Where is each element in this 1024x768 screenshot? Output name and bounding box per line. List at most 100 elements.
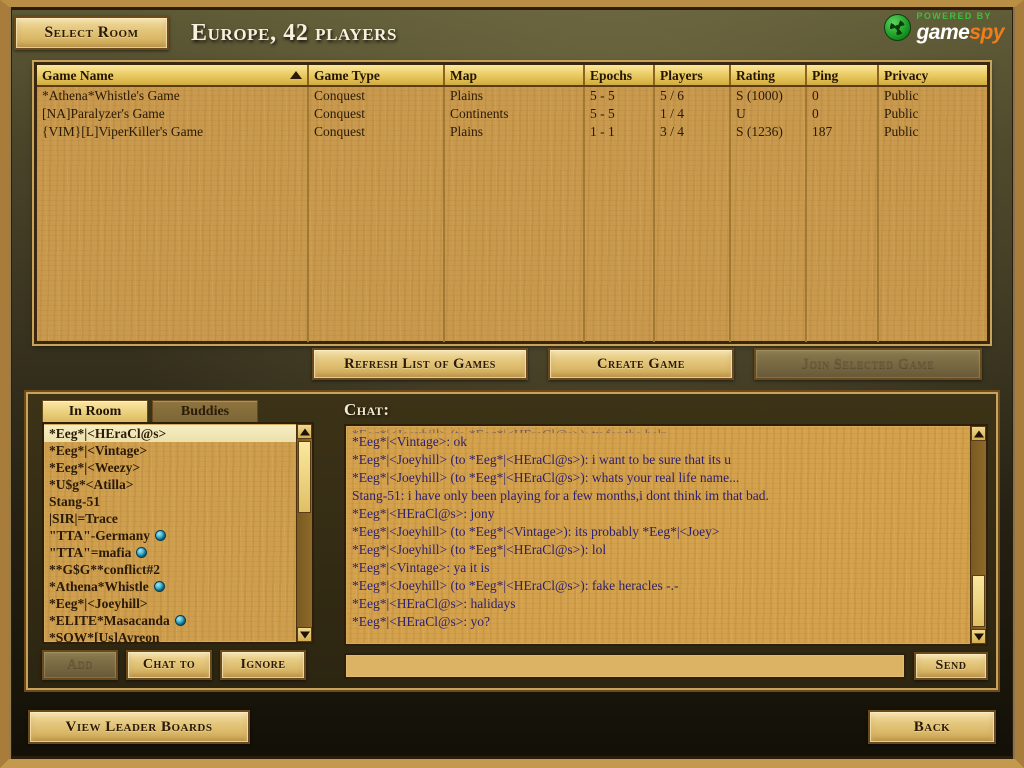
player-list-item[interactable]: "TTA"=mafia	[44, 544, 296, 561]
create-game-button[interactable]: Create Game	[548, 348, 734, 380]
player-name: *Eeg*|<Joeyhill>	[49, 596, 148, 611]
player-list-box: *Eeg*|<HEraCl@s> *Eeg*|<Vintage> *Eeg*|<We…	[42, 422, 314, 644]
game-cell-name: {VIM}[L]ViperKiller's Game	[42, 124, 204, 139]
gamespy-wordmark: POWERED BY gamespy	[916, 12, 1004, 44]
column-header-players[interactable]: Players	[655, 65, 731, 85]
column-header-label: Rating	[736, 67, 776, 83]
chat-box: *Eeg*|<Joeyhill> (to *Eeg*|<HEraCl@s>): …	[344, 424, 988, 646]
player-list[interactable]: *Eeg*|<HEraCl@s> *Eeg*|<Vintage> *Eeg*|<We…	[44, 424, 296, 642]
room-title: Europe, 42 players	[191, 19, 398, 46]
column-header-rating[interactable]: Rating	[731, 65, 807, 85]
player-list-item[interactable]: *Eeg*|<HEraCl@s>	[44, 425, 296, 442]
column-header-label: Players	[660, 67, 703, 83]
tab-buddies[interactable]: Buddies	[152, 400, 258, 422]
column-header-game-type[interactable]: Game Type	[309, 65, 445, 85]
player-list-item[interactable]: **G$G**conflict#2	[44, 561, 296, 578]
column-header-ping[interactable]: Ping	[807, 65, 879, 85]
view-leader-boards-button[interactable]: View Leader Boards	[28, 710, 250, 744]
game-cell-map: Plains	[450, 124, 484, 139]
back-button[interactable]: Back	[868, 710, 996, 744]
gamespy-spy-text: spy	[969, 21, 1004, 44]
gamespy-orb-icon	[884, 14, 912, 41]
player-name: |SIR|=Trace	[49, 511, 118, 526]
send-button[interactable]: Send	[914, 652, 988, 680]
player-list-item[interactable]: *Eeg*|<Joeyhill>	[44, 595, 296, 612]
player-list-item[interactable]: "TTA"-Germany	[44, 527, 296, 544]
chat-scroll-track[interactable]	[971, 441, 986, 629]
chat-to-button[interactable]: Chat to	[126, 650, 212, 680]
player-list-scrollbar[interactable]	[296, 424, 312, 642]
globe-icon	[136, 547, 148, 558]
game-cell-ping: 0	[812, 88, 819, 103]
player-list-tabs: In Room Buddies	[42, 400, 258, 422]
game-cell-players: 5 / 6	[660, 88, 685, 103]
globe-icon	[154, 530, 166, 541]
player-list-item[interactable]: *Athena*Whistle	[44, 578, 296, 595]
player-list-item[interactable]: Stang-51	[44, 493, 296, 510]
column-header-label: Game Type	[314, 67, 380, 83]
player-name: *Eeg*|<Weezy>	[49, 460, 141, 475]
game-cell-rating: S (1236)	[736, 124, 783, 139]
game-cell-rating: U	[736, 106, 746, 121]
player-name: *Eeg*|<Vintage>	[49, 443, 148, 458]
gamespy-logo: POWERED BY gamespy	[884, 12, 1004, 43]
top-bar: Select Room Europe, 42 players POWERED B…	[14, 12, 1010, 54]
tab-in-room[interactable]: In Room	[42, 400, 148, 422]
player-scroll-thumb[interactable]	[298, 441, 311, 513]
player-list-item[interactable]: *Eeg*|<Weezy>	[44, 459, 296, 476]
player-list-item[interactable]: *Eeg*|<Vintage>	[44, 442, 296, 459]
game-cell-type: Conquest	[314, 106, 366, 121]
chat-message: *Eeg*|<Vintage>: ya it is	[352, 560, 490, 575]
column-header-label: Epochs	[590, 67, 633, 83]
column-header-game-name[interactable]: Game Name	[37, 65, 309, 85]
game-cell-name: [NA]Paralyzer's Game	[42, 106, 165, 121]
game-cell-rating: S (1000)	[736, 88, 783, 103]
player-name: Stang-51	[49, 494, 101, 509]
player-scroll-up-button[interactable]	[297, 424, 312, 439]
player-scroll-track[interactable]	[297, 439, 312, 627]
player-list-item[interactable]: *U$g*<Atilla>	[44, 476, 296, 493]
game-list-row[interactable]: *Athena*Whistle's Game Conquest Plains 5 - …	[37, 87, 987, 105]
chat-scroll-up-button[interactable]	[971, 426, 986, 441]
player-list-item[interactable]: *ELITE*Masacanda	[44, 612, 296, 629]
column-header-privacy[interactable]: Privacy	[879, 65, 963, 85]
column-header-label: Game Name	[42, 67, 114, 83]
column-header-label: Ping	[812, 67, 839, 83]
chat-message: *Eeg*|<Joeyhill> (to *Eeg*|<HEraCl@s>): …	[352, 452, 731, 467]
chat-input-row: Send	[344, 652, 988, 680]
player-name: *Athena*Whistle	[49, 579, 149, 594]
game-list-panel: Game Name Game Type Map Epochs Players Rating…	[34, 62, 990, 344]
chat-message: *Eeg*|<Joeyhill> (to *Eeg*|<HEraCl@s>): …	[346, 426, 970, 433]
game-cell-map: Continents	[450, 106, 509, 121]
chat-message: *Eeg*|<Joeyhill> (to *Eeg*|<Vintage>): i…	[352, 524, 720, 539]
game-cell-players: 1 / 4	[660, 106, 685, 121]
game-list-row[interactable]: {VIM}[L]ViperKiller's Game Conquest Plains…	[37, 123, 987, 141]
game-list-header-row: Game Name Game Type Map Epochs Players Rating…	[37, 65, 987, 87]
game-list-body[interactable]: *Athena*Whistle's Game Conquest Plains 5 - …	[37, 87, 987, 342]
column-header-map[interactable]: Map	[445, 65, 585, 85]
chat-scroll-thumb[interactable]	[972, 575, 985, 627]
chat-log[interactable]: *Eeg*|<Joeyhill> (to *Eeg*|<HEraCl@s>): …	[346, 426, 970, 644]
game-cell-privacy: Public	[884, 124, 919, 139]
game-list-rows: *Athena*Whistle's Game Conquest Plains 5 - …	[37, 87, 987, 141]
player-list-item[interactable]: |SIR|=Trace	[44, 510, 296, 527]
game-cell-players: 3 / 4	[660, 124, 685, 139]
chat-input[interactable]	[344, 653, 906, 679]
column-header-label: Privacy	[884, 67, 929, 83]
game-cell-epochs: 5 - 5	[590, 88, 615, 103]
game-cell-map: Plains	[450, 88, 484, 103]
game-list-row[interactable]: [NA]Paralyzer's Game Conquest Continents 5 …	[37, 105, 987, 123]
player-scroll-down-button[interactable]	[297, 627, 312, 642]
ignore-button[interactable]: Ignore	[220, 650, 306, 680]
player-name: "TTA"=mafia	[49, 545, 132, 560]
add-buddy-button: Add	[42, 650, 118, 680]
chat-scrollbar[interactable]	[970, 426, 986, 644]
select-room-button[interactable]: Select Room	[14, 16, 169, 50]
chat-scroll-down-button[interactable]	[971, 629, 986, 644]
game-lobby-screen: Select Room Europe, 42 players POWERED B…	[0, 0, 1024, 768]
column-header-epochs[interactable]: Epochs	[585, 65, 655, 85]
join-selected-game-button: Join Selected Game	[754, 348, 982, 380]
refresh-list-button[interactable]: Refresh List of Games	[312, 348, 528, 380]
game-action-buttons: Refresh List of Games Create Game Join S…	[34, 348, 990, 382]
player-list-item[interactable]: *SOW*[Us]Ayreon	[44, 629, 296, 642]
